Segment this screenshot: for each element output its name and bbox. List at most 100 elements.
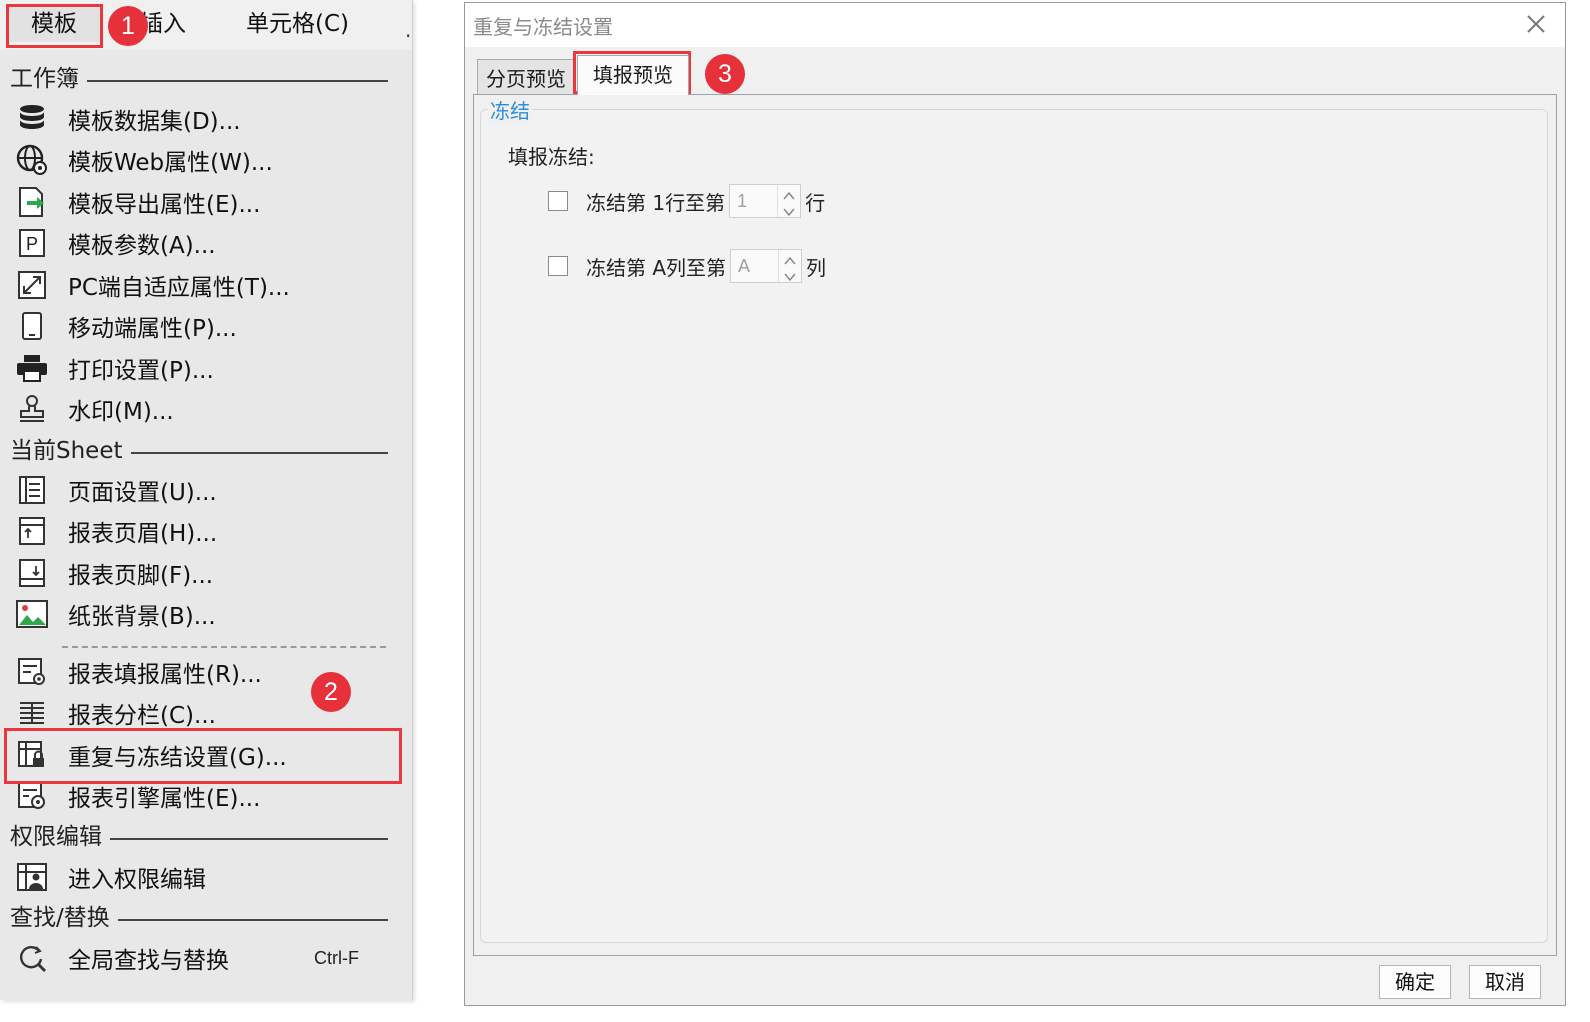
menu-item-watermark[interactable]: 水印(M)... [14, 390, 394, 428]
permission-user-icon [14, 860, 50, 894]
menu-item-paper-background[interactable]: 纸张背景(B)... [14, 595, 394, 633]
column-freeze-suffix: 列 [806, 255, 827, 280]
freeze-lock-icon [14, 738, 50, 772]
menu-item-report-footer[interactable]: 报表页脚(F)... [14, 554, 394, 592]
page-footer-icon [14, 556, 50, 590]
menu-item-label: PC端自适应属性(T)... [68, 275, 290, 301]
row-stepper-buttons [777, 185, 800, 217]
printer-icon [14, 351, 50, 385]
menu-item-label: 纸张背景(B)... [68, 604, 216, 630]
row-freeze-option: 冻结第 1行至第 1 行 [548, 183, 825, 219]
chevron-down-icon[interactable] [778, 201, 800, 217]
column-freeze-checkbox[interactable] [548, 256, 568, 276]
menu-item-repeat-freeze-settings[interactable]: 重复与冻结设置(G)... [14, 736, 394, 774]
menu-item-label: 移动端属性(P)... [68, 316, 237, 342]
menu-item-label: 水印(M)... [68, 399, 174, 425]
menu-item-label: 报表分栏(C)... [68, 703, 216, 729]
section-permission-edit-title: 权限编辑 [10, 824, 102, 850]
menu-item-label: 报表引擎属性(E)... [68, 786, 261, 812]
menu-item-template-export-properties[interactable]: 模板导出属性(E)... [14, 183, 394, 221]
columns-icon [14, 696, 50, 730]
freeze-group-box [480, 109, 1548, 943]
menu-item-page-setup[interactable]: 页面设置(U)... [14, 471, 394, 509]
chevron-up-icon[interactable] [779, 250, 801, 266]
freeze-group-title: 冻结 [488, 95, 532, 124]
svg-text:P: P [26, 234, 38, 254]
section-find-replace: 查找/替换 [10, 903, 388, 933]
form-settings-icon [14, 655, 50, 689]
row-freeze-input[interactable]: 1 [730, 185, 778, 217]
menu-bar: 模板 插入 单元格(C) . [0, 0, 412, 50]
menu-item-template-web-properties[interactable]: 模板Web属性(W)... [14, 141, 394, 179]
tab-fill-preview[interactable]: 填报预览 [577, 55, 689, 95]
parameter-p-icon: P [14, 226, 50, 260]
step-badge-2: 2 [311, 672, 351, 712]
cancel-button[interactable]: 取消 [1469, 965, 1541, 999]
row-freeze-stepper[interactable]: 1 [729, 184, 802, 218]
column-stepper-buttons [778, 250, 801, 282]
menu-item-label: 打印设置(P)... [68, 358, 214, 384]
chevron-down-icon[interactable] [779, 266, 801, 282]
section-permission-edit: 权限编辑 [10, 822, 388, 852]
section-current-sheet-title: 当前Sheet [10, 438, 123, 464]
web-globe-icon [14, 143, 50, 177]
row-freeze-checkbox[interactable] [548, 191, 568, 211]
menu-item-label: 进入权限编辑 [68, 867, 206, 893]
expand-arrows-icon [14, 268, 50, 302]
repeat-freeze-dialog: 重复与冻结设置 分页预览 填报预览 冻结 填报冻结: 冻结第 1行至第 1 行 … [464, 2, 1566, 1006]
menu-item-report-engine-properties[interactable]: 报表引擎属性(E)... [14, 777, 394, 815]
menu-cell[interactable]: 单元格(C) [246, 6, 349, 42]
tab-content-panel: 冻结 填报冻结: 冻结第 1行至第 1 行 冻结第 A列至第 A 列 [473, 94, 1557, 956]
page-header-icon [14, 514, 50, 548]
export-icon [14, 185, 50, 219]
menu-separator [62, 646, 386, 648]
menu-item-global-find-replace[interactable]: 全局查找与替换 Ctrl-F [14, 939, 394, 977]
menu-item-label: 页面设置(U)... [68, 480, 217, 506]
page-layout-icon [14, 473, 50, 507]
menu-item-label: 报表页脚(F)... [68, 563, 214, 589]
menu-item-label: 报表页眉(H)... [68, 521, 218, 547]
close-icon[interactable] [1521, 9, 1551, 39]
section-workbook: 工作簿 [10, 64, 388, 94]
menubar-overflow: . [405, 18, 412, 42]
section-workbook-title: 工作簿 [10, 66, 79, 92]
chevron-up-icon[interactable] [778, 185, 800, 201]
section-find-replace-title: 查找/替换 [10, 905, 110, 931]
menu-item-mobile-properties[interactable]: 移动端属性(P)... [14, 307, 394, 345]
menu-item-label: 模板数据集(D)... [68, 109, 241, 135]
shortcut-label: Ctrl-F [314, 947, 359, 968]
menu-item-label: 模板Web属性(W)... [68, 150, 273, 176]
search-replace-icon [14, 941, 50, 975]
menu-item-label: 报表填报属性(R)... [68, 662, 262, 688]
column-freeze-prefix: 冻结第 A列至第 [586, 255, 727, 280]
column-freeze-stepper[interactable]: A [730, 249, 803, 283]
fill-freeze-label: 填报冻结: [508, 145, 595, 169]
menu-item-print-settings[interactable]: 打印设置(P)... [14, 349, 394, 387]
menu-item-report-header[interactable]: 报表页眉(H)... [14, 512, 394, 550]
section-current-sheet: 当前Sheet [10, 436, 388, 466]
menu-item-label: 全局查找与替换 [68, 948, 229, 974]
step-badge-1: 1 [108, 6, 148, 46]
tab-paged-preview[interactable]: 分页预览 [477, 59, 575, 95]
menu-item-template-parameters[interactable]: P 模板参数(A)... [14, 224, 394, 262]
menu-item-label: 重复与冻结设置(G)... [68, 745, 287, 771]
mobile-phone-icon [14, 309, 50, 343]
dialog-title: 重复与冻结设置 [473, 15, 613, 39]
row-freeze-suffix: 行 [805, 190, 826, 215]
database-icon [14, 102, 50, 136]
column-freeze-option: 冻结第 A列至第 A 列 [548, 248, 826, 284]
image-background-icon [14, 597, 50, 631]
menu-item-enter-permission-edit[interactable]: 进入权限编辑 [14, 858, 394, 896]
menu-item-label: 模板导出属性(E)... [68, 192, 261, 218]
menu-item-template-dataset[interactable]: 模板数据集(D)... [14, 100, 394, 138]
ok-button[interactable]: 确定 [1379, 965, 1451, 999]
template-menu-panel: 模板 插入 单元格(C) . 工作簿 模板数据集(D)... 模板Web属性(W… [0, 0, 413, 1000]
dialog-titlebar: 重复与冻结设置 [465, 3, 1565, 47]
stamp-icon [14, 392, 50, 426]
engine-settings-icon [14, 779, 50, 813]
step-badge-3: 3 [705, 54, 745, 94]
menu-item-pc-adaptive-properties[interactable]: PC端自适应属性(T)... [14, 266, 394, 304]
row-freeze-prefix: 冻结第 1行至第 [586, 190, 726, 215]
column-freeze-input[interactable]: A [731, 250, 779, 282]
menu-template[interactable]: 模板 [8, 6, 100, 42]
